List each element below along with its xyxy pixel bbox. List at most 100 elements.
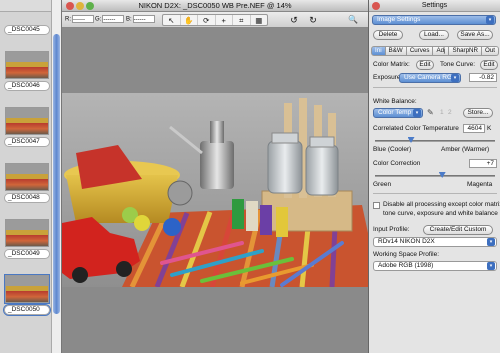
- thumbnail-label: _DSC0045: [4, 25, 50, 35]
- photo-preview[interactable]: [62, 93, 368, 287]
- cct-label: Correlated Color Temperature: [373, 125, 459, 132]
- tab-sharpnr[interactable]: SharpNR: [449, 46, 482, 56]
- thumbnail-label: _DSC0050: [3, 304, 51, 316]
- tab-out[interactable]: Out: [481, 46, 500, 56]
- settings-close-button[interactable]: [372, 2, 380, 10]
- filmstrip-scrollbar[interactable]: [51, 0, 61, 353]
- settings-tabs: Ini B&W Curves Adj SharpNR Out: [371, 46, 500, 56]
- green-value: ------: [102, 15, 125, 23]
- histogram-tool-icon[interactable]: ▦: [251, 15, 268, 25]
- preset-select[interactable]: Image Settings ▾: [372, 15, 496, 25]
- eyedropper-icon[interactable]: ✎: [427, 109, 434, 117]
- cct-slider[interactable]: [375, 137, 495, 143]
- select-tool-icon[interactable]: ↖: [163, 15, 181, 25]
- disable-processing-label-line1: Disable all processing except color matr…: [383, 201, 500, 208]
- rotate-left-icon[interactable]: ↺: [288, 14, 300, 26]
- save-as-button[interactable]: Save As...: [457, 30, 493, 40]
- tab-adj[interactable]: Adj: [433, 46, 450, 56]
- tone-curve-edit-button[interactable]: Edit: [480, 60, 498, 70]
- wb-preset-slot-1[interactable]: 1: [440, 109, 444, 117]
- thumbnail-image[interactable]: [4, 274, 50, 304]
- green-readout: G: ------: [95, 15, 125, 25]
- chevron-down-icon: ▾: [487, 238, 495, 246]
- blue-readout: B: ------: [126, 15, 155, 25]
- load-button[interactable]: Load...: [419, 30, 449, 40]
- color-correction-value-field[interactable]: +7: [469, 159, 497, 168]
- red-label: R:: [65, 16, 71, 23]
- eyedropper-tool-icon[interactable]: +: [216, 15, 233, 25]
- cct-unit: K: [487, 125, 492, 132]
- settings-title: Settings: [421, 2, 448, 9]
- cct-value-field[interactable]: 4604: [463, 124, 485, 133]
- hand-tool-icon[interactable]: ✋: [181, 15, 198, 25]
- still-life-photo: [62, 93, 368, 287]
- zoom-window-button[interactable]: [86, 2, 94, 10]
- create-edit-custom-button[interactable]: Create/Edit Custom: [423, 225, 493, 235]
- store-button[interactable]: Store...: [463, 108, 493, 118]
- filmstrip-thumbnail[interactable]: _DSC0047: [3, 107, 51, 147]
- magenta-label: Magenta: [467, 181, 493, 188]
- section-divider: [373, 87, 497, 88]
- thumbnail-label: _DSC0049: [4, 249, 50, 259]
- tab-bw[interactable]: B&W: [385, 46, 407, 56]
- minimize-window-button[interactable]: [76, 2, 84, 10]
- rotate-tool-icon[interactable]: ⟳: [198, 15, 216, 25]
- color-matrix-edit-button[interactable]: Edit: [416, 60, 434, 70]
- red-readout: R: ------: [65, 15, 94, 25]
- input-profile-label: Input Profile:: [373, 226, 410, 233]
- tool-palette: ↖ ✋ ⟳ + ⌗ ▦: [162, 14, 268, 26]
- scrollbar-knob[interactable]: [53, 34, 60, 314]
- close-window-button[interactable]: [66, 2, 74, 10]
- thumbnail-image[interactable]: [5, 107, 49, 135]
- window-title: NIKON D2X: _DSC0050 WB Pre.NEF @ 14%: [138, 1, 292, 10]
- color-correction-slider[interactable]: [375, 172, 495, 178]
- tab-curves[interactable]: Curves: [406, 46, 434, 56]
- exposure-mode-select[interactable]: Use Camera RGB ▾: [399, 73, 461, 83]
- amber-warmer-label: Amber (Warmer): [441, 146, 490, 153]
- image-window: NIKON D2X: _DSC0050 WB Pre.NEF @ 14% R: -…: [62, 0, 368, 353]
- exposure-value-field[interactable]: -0.82: [469, 73, 497, 82]
- cct-slider-thumb[interactable]: [407, 137, 415, 143]
- filmstrip-thumbnail[interactable]: _DSC0049: [3, 219, 51, 259]
- thumbnail-image[interactable]: [5, 163, 49, 191]
- chevron-down-icon: ▾: [413, 109, 421, 117]
- exposure-label: Exposure: [373, 74, 401, 81]
- tone-curve-label: Tone Curve:: [440, 61, 476, 68]
- filmstrip-panel: _DSC0045 _DSC0046 _DSC0047 _DSC0048 _DSC0049…: [0, 0, 62, 353]
- white-balance-mode-value: Color Temp: [378, 109, 412, 116]
- thumbnail-label: _DSC0047: [4, 137, 50, 147]
- filmstrip-thumbnail[interactable]: _DSC0048: [3, 163, 51, 203]
- disable-processing-label-line2: tone curve, exposure and white balance: [383, 210, 498, 217]
- filmstrip-thumbnail[interactable]: _DSC0046: [3, 51, 51, 91]
- delete-button[interactable]: Delete: [373, 30, 403, 40]
- color-matrix-label: Color Matrix:: [373, 61, 410, 68]
- working-space-label: Working Space Profile:: [373, 251, 439, 258]
- white-balance-label: White Balance:: [373, 98, 417, 105]
- blue-value: ------: [132, 15, 155, 23]
- section-divider: [373, 193, 497, 194]
- image-window-titlebar: NIKON D2X: _DSC0050 WB Pre.NEF @ 14%: [62, 0, 368, 12]
- preset-value: Image Settings: [377, 16, 421, 23]
- red-value: ------: [72, 15, 94, 23]
- tab-ini[interactable]: Ini: [371, 46, 386, 56]
- image-toolbar: R: ------ G: ------ B: ------ ↖ ✋ ⟳ + ⌗ ▦ ↺…: [62, 12, 368, 28]
- filmstrip-thumbnail[interactable]: _DSC0050: [3, 274, 51, 316]
- zoom-icon[interactable]: 🔍: [347, 14, 359, 26]
- filmstrip-thumbnail[interactable]: _DSC0045: [3, 25, 51, 35]
- thumbnail-label: _DSC0046: [4, 81, 50, 91]
- working-space-select[interactable]: Adobe RGB (1998) ▾: [373, 261, 497, 271]
- exposure-mode-value: Use Camera RGB: [404, 74, 457, 81]
- white-balance-mode-select[interactable]: Color Temp ▾: [373, 108, 423, 118]
- color-correction-slider-thumb[interactable]: [438, 172, 446, 178]
- color-correction-label: Color Correction: [373, 160, 421, 167]
- rotate-right-icon[interactable]: ↻: [307, 14, 319, 26]
- thumbnail-image[interactable]: [5, 51, 49, 79]
- chevron-down-icon: ▾: [486, 16, 494, 24]
- blue-cooler-label: Blue (Cooler): [373, 146, 412, 153]
- crop-tool-icon[interactable]: ⌗: [233, 15, 251, 25]
- chevron-down-icon: ▾: [487, 262, 495, 270]
- thumbnail-image[interactable]: [5, 219, 49, 247]
- wb-preset-slot-2[interactable]: 2: [448, 109, 452, 117]
- disable-processing-checkbox[interactable]: [373, 202, 380, 209]
- input-profile-select[interactable]: RDv14 NIKON D2X ▾: [373, 237, 497, 247]
